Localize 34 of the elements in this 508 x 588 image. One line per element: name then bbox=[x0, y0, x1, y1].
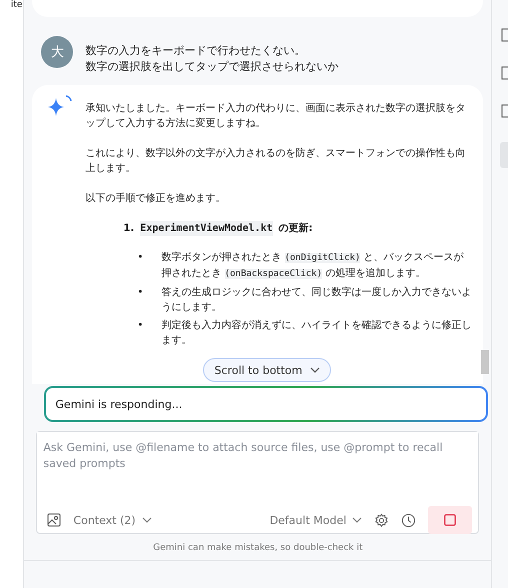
step-label: の更新: bbox=[278, 221, 313, 236]
response-paragraph: 以下の手順で修正を進めます。 bbox=[85, 192, 226, 206]
bullet-text: 数字ボタンが押されたとき (onDigitClick) と、バックスペースが押されたとき (onBackspaceClick) の処理を追加します。 bbox=[161, 250, 465, 281]
bullet-marker: • bbox=[137, 286, 144, 300]
response-paragraph: これにより、数字以外の文字が入力されるのを防ぎ、スマートフォンでの操作性も向上します。 bbox=[85, 146, 466, 176]
user-avatar: 大 bbox=[41, 36, 74, 68]
response-paragraph: 承知いたしました。キーボード入力の代わりに、画面に表示された数字の選択肢をタップして入力する方法に変更しますね。 bbox=[85, 102, 466, 131]
toolbar-icon[interactable] bbox=[500, 104, 508, 118]
history-icon[interactable] bbox=[401, 512, 416, 528]
bullet-marker: • bbox=[137, 251, 144, 265]
disclaimer-text: Gemini can make mistakes, so double-check it bbox=[152, 543, 364, 553]
model-dropdown[interactable]: Default Model bbox=[270, 514, 362, 526]
stop-icon bbox=[444, 514, 456, 526]
user-message-line: 数字の入力をキーボードで行わせたくない。 bbox=[85, 43, 306, 59]
file-name: ExperimentViewModel.kt bbox=[140, 221, 273, 236]
bullet-text: 答えの生成ロジックに合わせて、同じ数字は一度しか入力できないようにします。 bbox=[161, 286, 472, 315]
user-message-line: 数字の選択肢を出してタップで選択させられないか bbox=[85, 59, 338, 75]
chevron-down-icon bbox=[352, 517, 362, 523]
toolbar-icon[interactable] bbox=[500, 28, 508, 42]
toolbar-icon[interactable] bbox=[500, 66, 508, 80]
bullet-marker: • bbox=[137, 319, 144, 333]
scrollbar-thumb[interactable] bbox=[481, 350, 490, 374]
scroll-to-bottom-button[interactable]: Scroll to bottom bbox=[203, 358, 332, 382]
status-field[interactable]: Gemini is responding... bbox=[44, 386, 488, 422]
chevron-down-icon bbox=[310, 367, 320, 373]
stop-button[interactable] bbox=[428, 506, 472, 534]
settings-icon[interactable] bbox=[374, 512, 390, 528]
prompt-box[interactable]: Ask Gemini, use @filename to attach source files, use @prompt to recall saved prompts Context (2) Default Model bbox=[36, 431, 480, 534]
chevron-down-icon bbox=[142, 517, 152, 523]
image-icon[interactable] bbox=[47, 513, 62, 527]
step-number: 1. bbox=[123, 222, 134, 236]
context-dropdown[interactable]: Context (2) bbox=[73, 514, 152, 526]
panel-text: ite bbox=[10, 0, 22, 10]
bullet-text: 判定後も入力内容が消えずに、ハイライトを確認できるように修正します。 bbox=[161, 318, 472, 348]
